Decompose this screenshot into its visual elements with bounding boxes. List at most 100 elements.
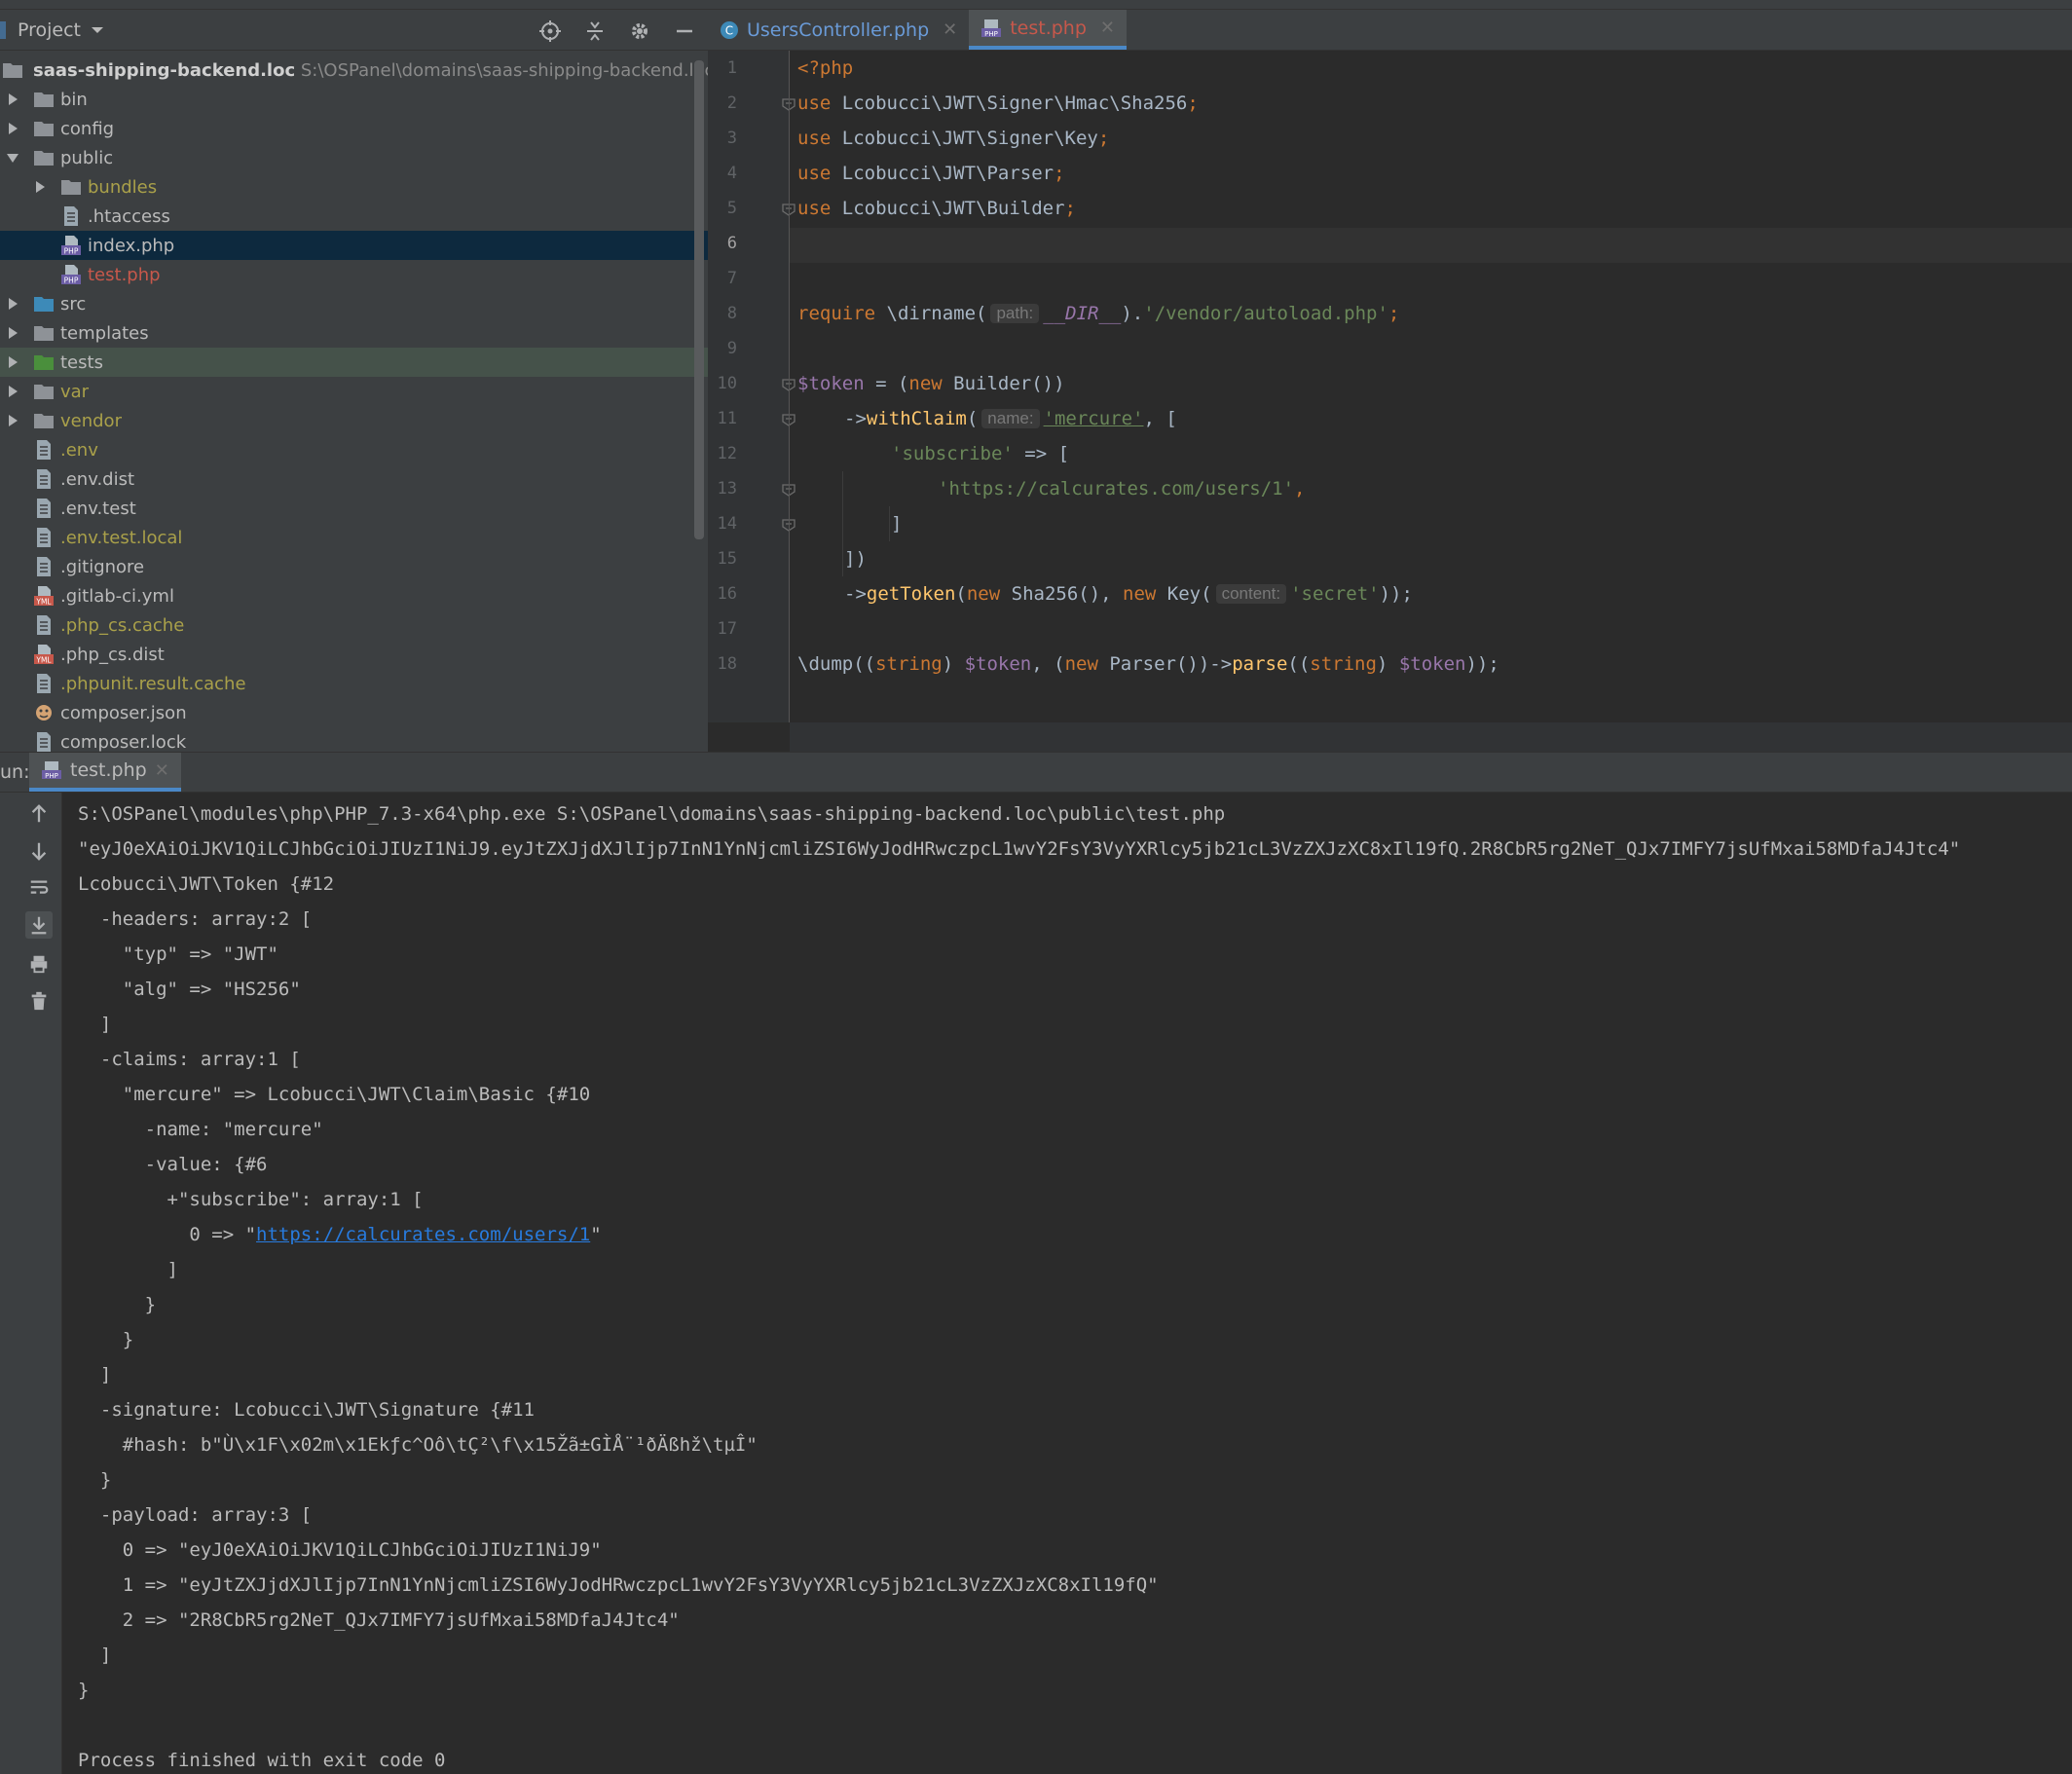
title-bar-strip [0, 0, 2072, 10]
tree-item-tests[interactable]: tests [0, 348, 708, 377]
arrow-down-icon[interactable] [25, 837, 53, 865]
gear-icon[interactable] [626, 18, 653, 45]
chevron-right-icon[interactable] [6, 122, 19, 135]
tree-item-gitignore[interactable]: .gitignore [0, 552, 708, 581]
yml-file-icon: YML [33, 644, 55, 665]
chevron-right-icon[interactable] [6, 355, 19, 369]
tree-item-vendor[interactable]: vendor [0, 406, 708, 435]
soft-wrap-icon[interactable] [25, 874, 53, 902]
folder-icon [60, 176, 82, 198]
tree-item-env-dist[interactable]: .env.dist [0, 464, 708, 494]
chevron-right-icon[interactable] [6, 297, 19, 311]
chevron-right-icon[interactable] [6, 326, 19, 340]
tab-label: UsersController.php [747, 18, 930, 41]
tab-test-php[interactable]: PHP test.php ✕ [969, 10, 1128, 50]
tree-item-phpunit-result-cache[interactable]: .phpunit.result.cache [0, 669, 708, 698]
tree-item-bin[interactable]: bin [0, 85, 708, 114]
chevron-down-icon[interactable] [6, 151, 19, 165]
run-tab-test-php[interactable]: PHP test.php ✕ [29, 753, 181, 792]
chevron-right-icon[interactable] [6, 92, 19, 106]
tree-item-env[interactable]: .env [0, 435, 708, 464]
file-icon [60, 205, 82, 227]
chevron-right-icon[interactable] [6, 414, 19, 427]
console-link[interactable]: https://calcurates.com/users/1 [256, 1224, 590, 1245]
tree-item-var[interactable]: var [0, 377, 708, 406]
chevron-right-icon[interactable] [6, 385, 19, 398]
tree-item-label: .env [60, 439, 98, 461]
gutter-divider [789, 51, 790, 722]
code-line-7: require \dirname(path: __DIR__). '/vendor/… [797, 303, 1400, 324]
console-output[interactable]: S:\OSPanel\modules\php\PHP_7.3-x64\php.e… [78, 793, 2072, 1774]
line-number: 15 [717, 549, 737, 569]
chevron-right-icon[interactable] [33, 180, 47, 194]
tree-root[interactable]: saas-shipping-backend.loc S:\OSPanel\dom… [0, 55, 708, 85]
tree-item-htaccess[interactable]: .htaccess [0, 202, 708, 231]
close-icon[interactable]: ✕ [1100, 18, 1115, 38]
close-icon[interactable]: ✕ [155, 760, 169, 781]
console-line: ] [78, 1014, 112, 1035]
close-icon[interactable]: ✕ [943, 19, 957, 40]
tree-item-label: .env.test.local [60, 527, 183, 548]
line-number: 7 [726, 269, 737, 288]
run-header: un: PHP test.php ✕ [0, 752, 2072, 793]
tree-item-gitlab-ci-yml[interactable]: YML .gitlab-ci.yml [0, 581, 708, 610]
tree-item-label: .gitlab-ci.yml [60, 585, 174, 607]
tree-item-label: composer.lock [60, 731, 187, 753]
run-side-strip [0, 793, 16, 1774]
line-number: 4 [726, 164, 737, 183]
tree-item-composer-json[interactable]: composer.json [0, 698, 708, 727]
folder-icon [33, 322, 55, 344]
file-icon [33, 731, 55, 752]
project-root-name: saas-shipping-backend.loc [33, 59, 296, 81]
param-hint: name: [981, 409, 1040, 428]
code-line-12: 'https://calcurates.com/users/1', [938, 478, 1306, 499]
code-line-17: \dump((string) $token, (new Parser())-> p… [797, 653, 1499, 675]
file-icon [33, 614, 55, 636]
tree-item-public[interactable]: public [0, 143, 708, 172]
tree-item-php-cs-cache[interactable]: .php_cs.cache [0, 610, 708, 640]
tree-item-label: .gitignore [60, 556, 145, 577]
tree-item-bundles[interactable]: bundles [0, 172, 708, 202]
project-tree: saas-shipping-backend.loc S:\OSPanel\dom… [0, 51, 708, 752]
svg-text:YML: YML [35, 656, 52, 665]
line-number: 17 [717, 619, 737, 639]
project-view-selector[interactable]: Project [18, 19, 104, 41]
tree-item-env-test[interactable]: .env.test [0, 494, 708, 523]
line-number: 1 [726, 58, 737, 78]
tab-label: test.php [1010, 17, 1087, 39]
print-icon[interactable] [25, 950, 53, 978]
console-line: } [78, 1294, 157, 1315]
console-line: -headers: array:2 [ [78, 908, 313, 930]
console-line: 2 => "2R8CbR5rg2NeT_QJx7IMFY7jsUfMxai58M… [78, 1609, 680, 1631]
project-toolbar [536, 18, 698, 45]
tree-item-templates[interactable]: templates [0, 318, 708, 348]
trash-icon[interactable] [25, 987, 53, 1015]
tree-item-test-php[interactable]: PHP test.php [0, 260, 708, 289]
code-content[interactable]: <?php use Lcobucci\JWT\Signer\Hmac\Sha25… [797, 51, 2072, 722]
tree-item-php-cs-dist[interactable]: YML .php_cs.dist [0, 640, 708, 669]
tree-item-src[interactable]: src [0, 289, 708, 318]
php-file-icon: PHP [981, 18, 1002, 38]
tree-item-env-test-local[interactable]: .env.test.local [0, 523, 708, 552]
tree-item-composer-lock[interactable]: composer.lock [0, 727, 708, 752]
composer-icon [33, 702, 55, 723]
scroll-to-end-icon[interactable] [25, 911, 53, 939]
line-number-gutter: 1 2 3 4 5 6 7 8 9 10 11 12 13 14 15 16 17 18 [708, 51, 796, 722]
tab-users-controller[interactable]: C UsersController.php ✕ [708, 10, 969, 50]
arrow-up-icon[interactable] [25, 800, 53, 828]
locate-icon[interactable] [536, 18, 564, 45]
console-line: "alg" => "HS256" [78, 979, 301, 1000]
svg-text:YML: YML [35, 598, 52, 607]
tree-item-index-php[interactable]: PHP index.php [0, 231, 708, 260]
folder-icon [33, 89, 55, 110]
collapse-all-icon[interactable] [581, 18, 609, 45]
tree-item-config[interactable]: config [0, 114, 708, 143]
editor-bottom-strip [790, 722, 2072, 752]
tree-scrollbar[interactable] [694, 60, 704, 539]
tree-item-label: var [60, 381, 90, 402]
file-icon [33, 498, 55, 519]
tree-item-label: vendor [60, 410, 122, 431]
line-number: 3 [726, 129, 737, 148]
console-line: -name: "mercure" [78, 1119, 323, 1140]
minimize-icon[interactable] [671, 18, 698, 45]
